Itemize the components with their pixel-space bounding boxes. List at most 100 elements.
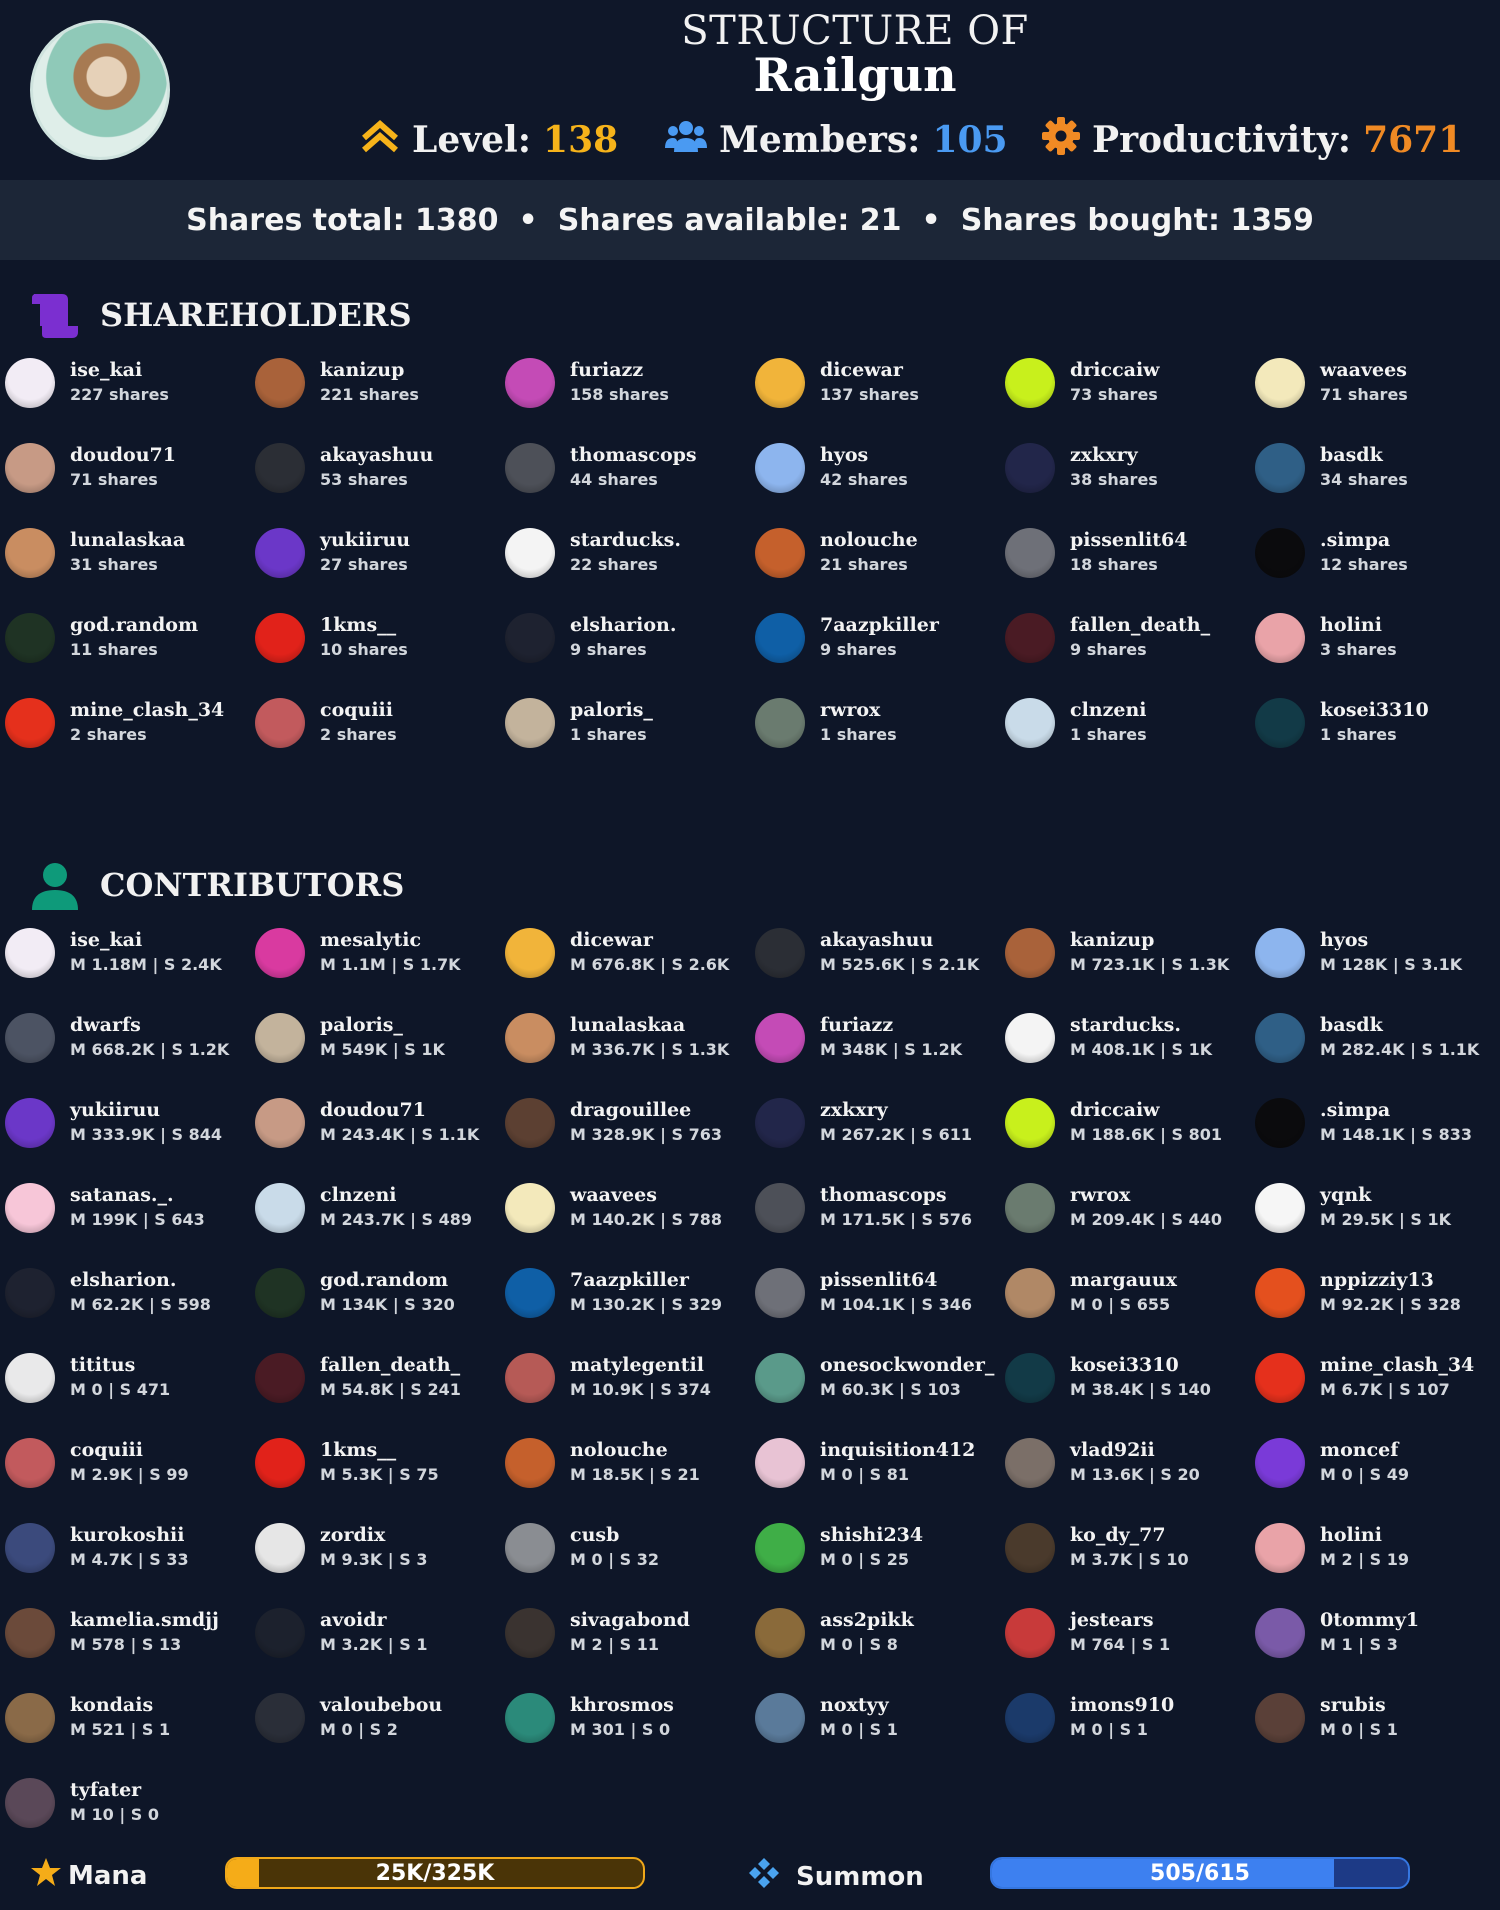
contributor-entry[interactable]: god.random M 134K | S 320 [250,1250,500,1335]
avatar[interactable] [755,1352,805,1403]
contributor-entry[interactable]: satanas._. M 199K | S 643 [0,1165,250,1250]
contributor-username[interactable]: tititus [70,1353,170,1378]
avatar[interactable] [5,927,55,978]
contributor-entry[interactable]: waavees M 140.2K | S 788 [500,1165,750,1250]
contributor-username[interactable]: coquiii [70,1438,189,1463]
contributor-entry[interactable]: kanizup M 723.1K | S 1.3K [1000,910,1250,995]
contributor-username[interactable]: moncef [1320,1438,1409,1463]
shareholder-username[interactable]: rwrox [820,698,897,723]
contributor-username[interactable]: avoidr [320,1608,427,1633]
contributor-username[interactable]: thomascops [820,1183,972,1208]
contributor-entry[interactable]: dicewar M 676.8K | S 2.6K [500,910,750,995]
shareholder-username[interactable]: coquiii [320,698,397,723]
shareholder-entry[interactable]: kosei3310 1 shares [1250,680,1500,765]
avatar[interactable] [1255,1267,1305,1318]
contributor-entry[interactable]: jestears M 764 | S 1 [1000,1590,1250,1675]
contributor-username[interactable]: pissenlit64 [820,1268,972,1293]
contributor-entry[interactable]: sivagabond M 2 | S 11 [500,1590,750,1675]
avatar[interactable] [505,1097,555,1148]
contributor-username[interactable]: 0tommy1 [1320,1608,1419,1633]
avatar[interactable] [505,1692,555,1743]
avatar[interactable] [1255,1692,1305,1743]
contributor-username[interactable]: driccaiw [1070,1098,1222,1123]
shareholder-entry[interactable]: kanizup 221 shares [250,340,500,425]
contributor-entry[interactable]: matylegentil M 10.9K | S 374 [500,1335,750,1420]
shareholder-entry[interactable]: hyos 42 shares [750,425,1000,510]
shareholder-username[interactable]: 1kms__ [320,613,408,638]
shareholder-username[interactable]: zxkxry [1070,443,1158,468]
avatar[interactable] [505,1012,555,1063]
contributor-entry[interactable]: driccaiw M 188.6K | S 801 [1000,1080,1250,1165]
avatar[interactable] [5,527,55,578]
contributor-username[interactable]: ass2pikk [820,1608,914,1633]
contributor-username[interactable]: nppizziy13 [1320,1268,1461,1293]
contributor-entry[interactable]: shishi234 M 0 | S 25 [750,1505,1000,1590]
avatar[interactable] [1255,1352,1305,1403]
shareholder-username[interactable]: 7aazpkiller [820,613,939,638]
avatar[interactable] [5,1437,55,1488]
avatar[interactable] [255,357,305,408]
contributor-entry[interactable]: lunalaskaa M 336.7K | S 1.3K [500,995,750,1080]
contributor-username[interactable]: paloris_ [320,1013,445,1038]
contributor-entry[interactable]: mesalytic M 1.1M | S 1.7K [250,910,500,995]
avatar[interactable] [255,442,305,493]
contributor-username[interactable]: cusb [570,1523,659,1548]
avatar[interactable] [1005,697,1055,748]
contributor-entry[interactable]: margauux M 0 | S 655 [1000,1250,1250,1335]
shareholder-entry[interactable]: elsharion. 9 shares [500,595,750,680]
avatar[interactable] [505,527,555,578]
shareholder-entry[interactable]: basdk 34 shares [1250,425,1500,510]
shareholder-entry[interactable]: pissenlit64 18 shares [1000,510,1250,595]
contributor-entry[interactable]: pissenlit64 M 104.1K | S 346 [750,1250,1000,1335]
avatar[interactable] [1005,1267,1055,1318]
shareholder-username[interactable]: hyos [820,443,908,468]
avatar[interactable] [1005,1437,1055,1488]
contributor-username[interactable]: hyos [1320,928,1462,953]
avatar[interactable] [1005,1352,1055,1403]
avatar[interactable] [755,1267,805,1318]
contributor-username[interactable]: clnzeni [320,1183,472,1208]
shareholder-username[interactable]: paloris_ [570,698,653,723]
contributor-username[interactable]: kamelia.smdjj [70,1608,219,1633]
shareholder-username[interactable]: .simpa [1320,528,1408,553]
avatar[interactable] [1005,1097,1055,1148]
contributor-username[interactable]: dicewar [570,928,729,953]
avatar[interactable] [5,1182,55,1233]
avatar[interactable] [1005,527,1055,578]
contributor-entry[interactable]: tititus M 0 | S 471 [0,1335,250,1420]
contributor-username[interactable]: lunalaskaa [570,1013,729,1038]
avatar[interactable] [1255,1522,1305,1573]
contributor-username[interactable]: kosei3310 [1070,1353,1211,1378]
contributor-entry[interactable]: zordix M 9.3K | S 3 [250,1505,500,1590]
contributor-entry[interactable]: dwarfs M 668.2K | S 1.2K [0,995,250,1080]
avatar[interactable] [755,1012,805,1063]
contributor-entry[interactable]: valoubebou M 0 | S 2 [250,1675,500,1760]
contributor-username[interactable]: yqnk [1320,1183,1451,1208]
avatar[interactable] [505,1607,555,1658]
shareholder-username[interactable]: waavees [1320,358,1408,383]
contributor-username[interactable]: onesockwonder_ [820,1353,994,1378]
shareholder-entry[interactable]: driccaiw 73 shares [1000,340,1250,425]
avatar[interactable] [5,1352,55,1403]
contributor-username[interactable]: dwarfs [70,1013,229,1038]
contributor-username[interactable]: holini [1320,1523,1409,1548]
avatar[interactable] [1255,1182,1305,1233]
shareholder-username[interactable]: doudou71 [70,443,176,468]
contributor-entry[interactable]: ise_kai M 1.18M | S 2.4K [0,910,250,995]
avatar[interactable] [255,1352,305,1403]
shareholder-username[interactable]: lunalaskaa [70,528,185,553]
contributor-username[interactable]: zxkxry [820,1098,972,1123]
avatar[interactable] [755,1522,805,1573]
shareholder-username[interactable]: holini [1320,613,1397,638]
contributor-entry[interactable]: basdk M 282.4K | S 1.1K [1250,995,1500,1080]
avatar[interactable] [255,612,305,663]
contributor-username[interactable]: ise_kai [70,928,222,953]
avatar[interactable] [1005,1607,1055,1658]
shareholder-entry[interactable]: clnzeni 1 shares [1000,680,1250,765]
avatar[interactable] [505,927,555,978]
shareholder-entry[interactable]: nolouche 21 shares [750,510,1000,595]
contributor-username[interactable]: mine_clash_34 [1320,1353,1474,1378]
contributor-username[interactable]: dragouillee [570,1098,722,1123]
avatar[interactable] [755,1607,805,1658]
contributor-entry[interactable]: tyfater M 10 | S 0 [0,1760,250,1845]
